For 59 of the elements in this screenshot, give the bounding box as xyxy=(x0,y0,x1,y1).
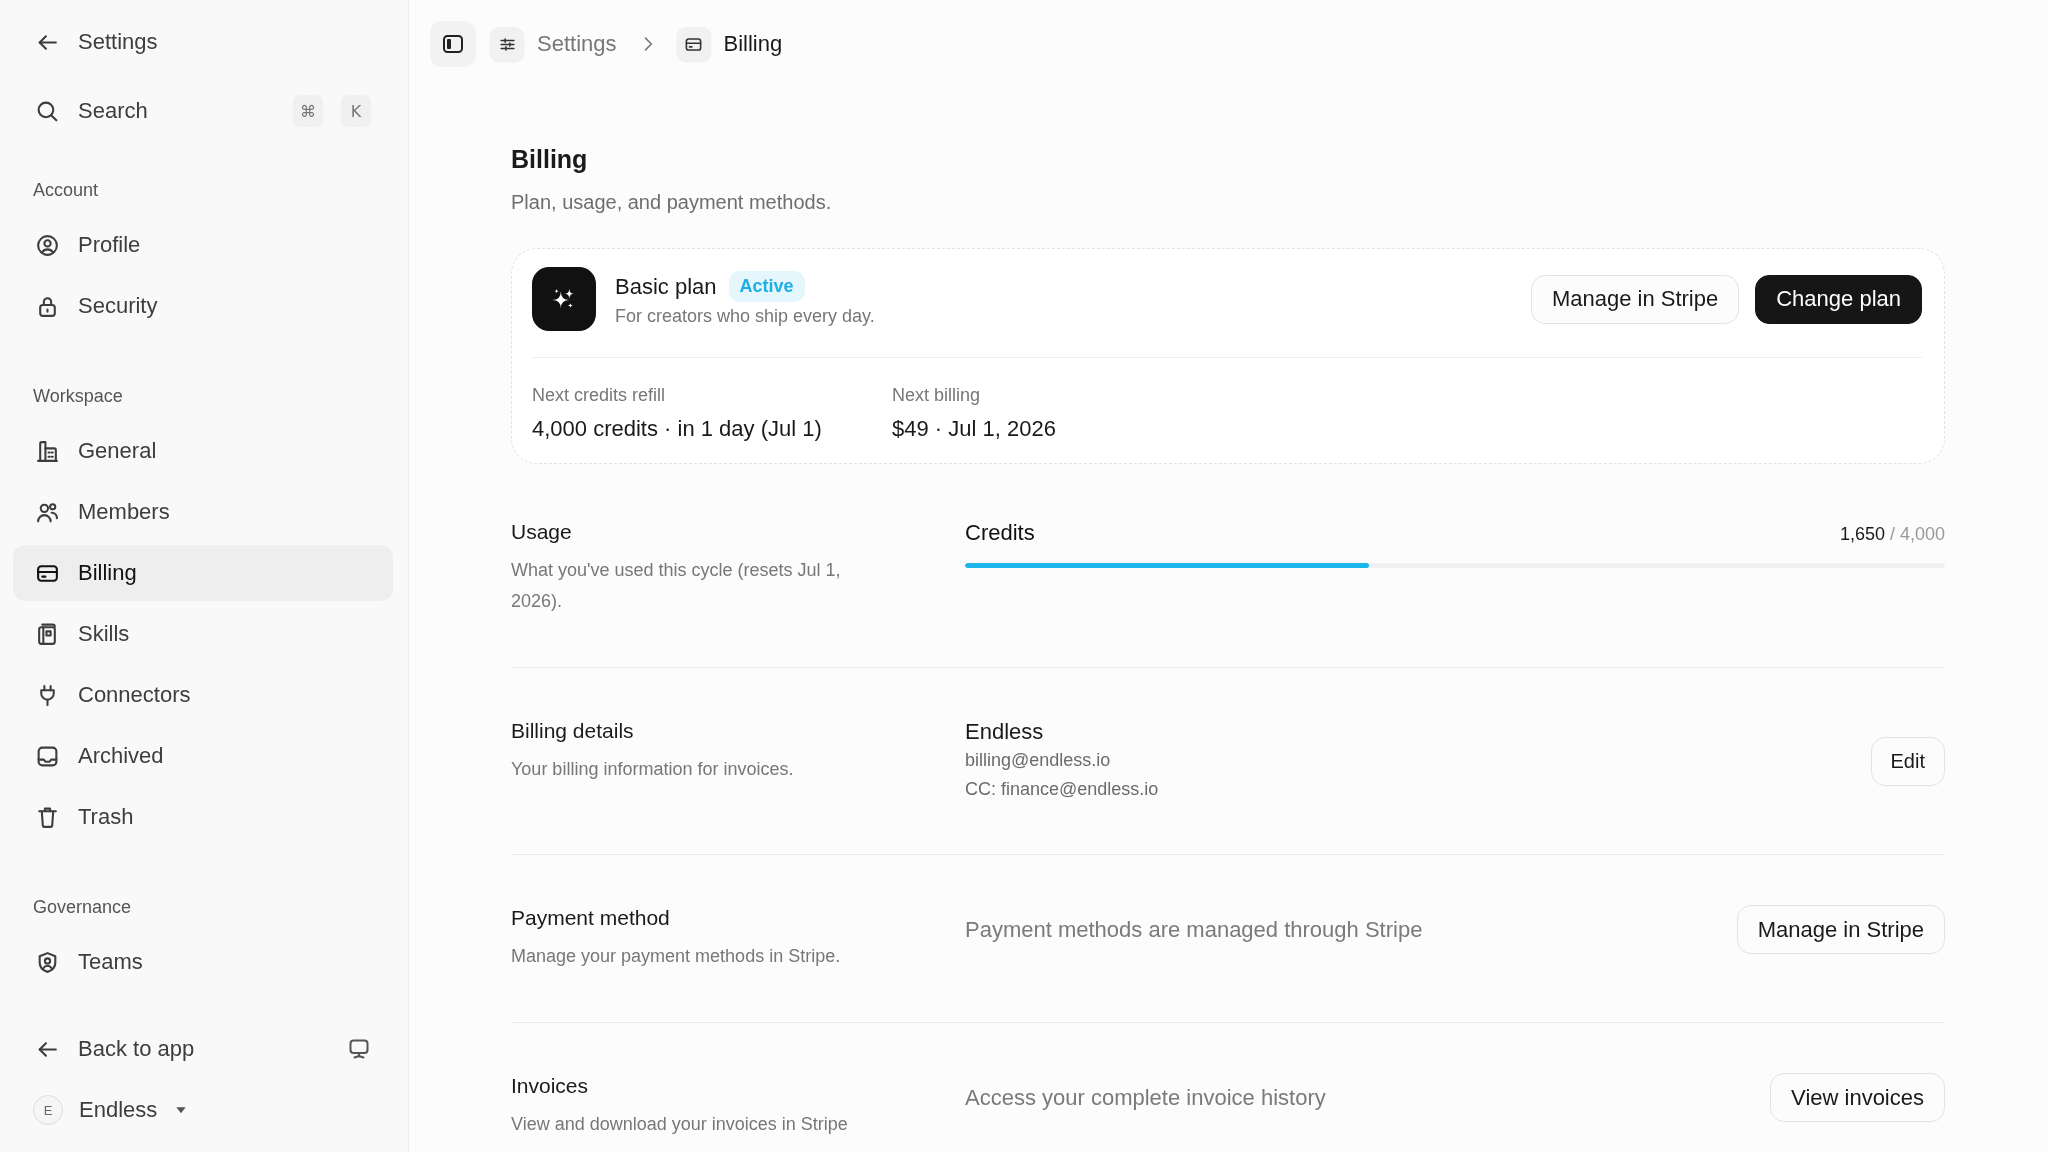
search-button[interactable]: Search ⌘ K xyxy=(13,83,393,139)
sidebar-item[interactable]: Teams xyxy=(13,934,393,990)
section-label: Governance xyxy=(32,896,133,919)
shortcut-key: ⌘ xyxy=(293,95,323,127)
page-title: Billing xyxy=(511,144,589,174)
section-title: Payment method xyxy=(511,905,671,931)
monitor-icon[interactable] xyxy=(347,1037,371,1061)
contact-line: billing@endless.io xyxy=(965,749,1112,772)
sidebar-item[interactable]: Billing xyxy=(13,545,393,601)
stat-value: $49 · Jul 1, 2026 xyxy=(892,415,1057,443)
user-circle-icon xyxy=(35,232,60,258)
section-description: View and download your invoices in Stripe xyxy=(511,1113,849,1136)
back-link[interactable]: Settings xyxy=(13,14,393,70)
action-button[interactable]: Manage in Stripe xyxy=(1736,905,1945,954)
breadcrumb-link[interactable]: Settings xyxy=(537,31,617,57)
action-button[interactable]: View invoices xyxy=(1770,1073,1945,1122)
sparkles-icon xyxy=(532,267,596,331)
section-description: Manage your payment methods in Stripe. xyxy=(511,945,842,968)
workspace-switcher[interactable]: E Endless xyxy=(13,1082,212,1138)
building-icon xyxy=(35,438,60,464)
workspace-avatar: E xyxy=(33,1095,63,1125)
billing-name: Endless xyxy=(965,718,1045,746)
sidebar-item[interactable]: Archived xyxy=(13,728,393,784)
shortcut-key: K xyxy=(341,95,371,127)
section-description: Your billing information for invoices. xyxy=(511,758,795,781)
page-subtitle: Plan, usage, and payment methods. xyxy=(511,190,833,215)
section-title: Billing details xyxy=(511,718,635,744)
sidebar-item[interactable]: Members xyxy=(13,484,393,540)
breadcrumb-current: Billing xyxy=(723,31,783,57)
edit-button[interactable]: Edit xyxy=(1870,736,1945,786)
credits-count: 1,650 / 4,000 xyxy=(1839,524,1945,545)
sidebar-item[interactable]: Connectors xyxy=(13,667,393,723)
stat-value: 4,000 credits · in 1 day (Jul 1) xyxy=(532,415,823,443)
plan-name: Basic plan xyxy=(615,273,717,300)
sidebar-item[interactable]: General xyxy=(13,423,393,479)
stat-label: Next credits refill xyxy=(532,384,667,407)
meter-label: Credits xyxy=(965,519,1035,547)
credit-card-icon xyxy=(676,27,711,61)
sidebar-item[interactable]: Trash xyxy=(13,789,393,845)
sidebar-toggle-button[interactable] xyxy=(430,21,476,67)
section-label: Workspace xyxy=(32,385,124,408)
sidebar-item[interactable]: Security xyxy=(13,278,393,334)
sidebar-item[interactable]: Skills xyxy=(13,606,393,662)
section-text: Payment methods are managed through Stripe xyxy=(965,916,1423,943)
contact-line: CC: finance@endless.io xyxy=(965,778,1159,801)
sliders-icon xyxy=(490,27,524,61)
sidebar-item[interactable]: Profile xyxy=(13,217,393,273)
section-title: Usage xyxy=(511,519,573,545)
stat-label: Next billing xyxy=(892,384,982,407)
section-text: Access your complete invoice history xyxy=(965,1084,1326,1111)
section-title: Invoices xyxy=(511,1073,590,1099)
primary-button[interactable]: Change plan xyxy=(1755,274,1922,324)
plan-tagline: For creators who ship every day. xyxy=(615,306,876,327)
section-label: Account xyxy=(32,179,100,202)
panel-left-icon xyxy=(441,32,465,56)
back-to-app-link[interactable]: Back to app xyxy=(13,1021,337,1077)
section-description: What you've used this cycle (resets Jul 1, 2026). xyxy=(511,559,842,613)
secondary-button[interactable]: Manage in Stripe xyxy=(1530,274,1740,324)
status-badge: Active xyxy=(728,271,805,302)
